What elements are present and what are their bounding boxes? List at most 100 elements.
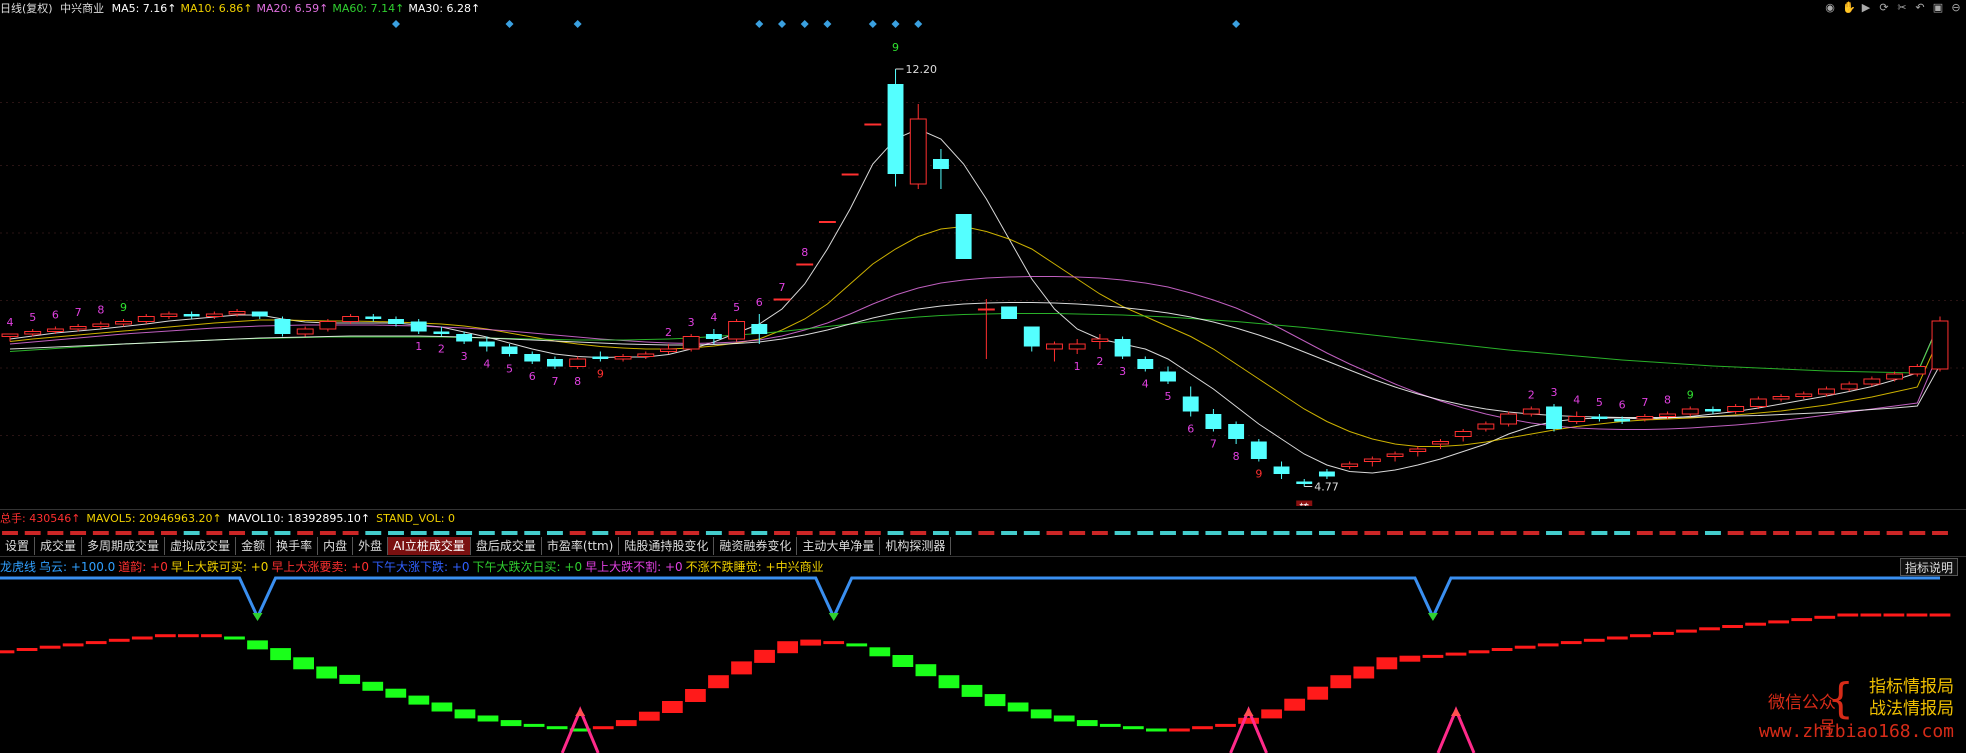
candle[interactable]	[1341, 461, 1359, 470]
eye-icon[interactable]: ◉	[1824, 2, 1836, 14]
candle[interactable]	[705, 329, 722, 344]
candle[interactable]	[137, 314, 155, 324]
candle[interactable]	[296, 326, 314, 337]
tab-7[interactable]: 外盘	[353, 537, 389, 555]
undo-icon[interactable]: ↶	[1914, 2, 1926, 14]
candle[interactable]	[909, 104, 927, 189]
indicator-segment	[1330, 675, 1352, 689]
candle[interactable]	[887, 69, 904, 187]
candle[interactable]	[1318, 469, 1335, 479]
bar-count-label: 9	[1255, 468, 1262, 481]
candle[interactable]	[410, 319, 427, 334]
candle-body	[796, 263, 814, 266]
candle[interactable]	[1409, 446, 1427, 457]
candle[interactable]	[1228, 421, 1245, 445]
candle[interactable]	[1704, 406, 1721, 415]
tab-9[interactable]: 盘后成交量	[471, 537, 542, 555]
candle[interactable]	[1046, 341, 1063, 362]
price-chart[interactable]: 4 5 6 7 8 91 234 56 7 8923 45 6781 234567892 34 5 6 7 8 91…	[0, 16, 1966, 506]
candle[interactable]	[1182, 386, 1199, 417]
candle[interactable]	[637, 351, 655, 360]
candle[interactable]	[569, 356, 587, 370]
candle[interactable]	[977, 299, 995, 359]
candle[interactable]	[1363, 456, 1381, 467]
candle[interactable]	[1772, 394, 1790, 402]
candle-body	[1046, 343, 1063, 350]
candle[interactable]	[524, 351, 541, 365]
candle[interactable]	[1068, 339, 1086, 354]
candle[interactable]	[92, 321, 110, 330]
candle[interactable]	[955, 214, 972, 259]
candle[interactable]	[818, 221, 836, 223]
tab-2[interactable]: 多周期成交量	[82, 537, 166, 555]
tab-14[interactable]: 机构探测器	[880, 537, 952, 555]
candle[interactable]	[115, 319, 132, 327]
candle[interactable]	[932, 149, 949, 189]
candle[interactable]	[1001, 306, 1018, 320]
candle[interactable]	[1477, 421, 1495, 432]
tab-11[interactable]: 陆股通持股变化	[619, 537, 715, 555]
candle[interactable]	[1296, 479, 1313, 487]
candle[interactable]	[796, 263, 814, 266]
minus-icon[interactable]: ⊖	[1950, 2, 1962, 14]
candle[interactable]	[365, 314, 382, 322]
candle-body	[1591, 416, 1608, 419]
candle[interactable]	[501, 344, 518, 357]
candle[interactable]	[728, 319, 746, 342]
candle[interactable]	[251, 311, 268, 320]
indicator-segment	[1676, 629, 1697, 633]
candle[interactable]	[1522, 406, 1540, 417]
candle[interactable]	[183, 311, 200, 320]
candle[interactable]	[1931, 316, 1949, 372]
tab-10[interactable]: 市盈率(ttm)	[542, 537, 620, 555]
tab-4[interactable]: 金额	[236, 537, 272, 555]
candle[interactable]	[1205, 409, 1222, 432]
candle[interactable]	[546, 356, 563, 370]
candle[interactable]	[1137, 356, 1154, 372]
candle[interactable]	[1500, 411, 1518, 427]
candle[interactable]	[274, 316, 291, 337]
candle[interactable]	[1795, 391, 1813, 400]
low-price-label: 4.77	[1314, 481, 1339, 494]
candle[interactable]	[614, 354, 632, 362]
candle[interactable]	[1591, 414, 1608, 422]
hand-icon[interactable]: ✋	[1842, 2, 1856, 14]
tab-12[interactable]: 融资融券变化	[714, 537, 798, 555]
candle[interactable]	[1160, 366, 1176, 385]
candle[interactable]	[1023, 326, 1040, 352]
candle[interactable]	[1546, 404, 1562, 432]
candle[interactable]	[773, 298, 791, 301]
candle[interactable]	[1386, 451, 1404, 462]
tab-3[interactable]: 虚拟成交量	[165, 537, 237, 555]
candle[interactable]	[1114, 336, 1131, 360]
candle[interactable]	[1568, 411, 1586, 425]
tab-13[interactable]: 主动大单净量	[797, 537, 881, 555]
indicator-segment	[1099, 723, 1121, 727]
candle[interactable]	[1, 333, 19, 342]
lock-icon[interactable]: ▣	[1932, 2, 1944, 14]
candle[interactable]	[1250, 439, 1267, 462]
candle[interactable]	[1454, 429, 1472, 442]
tab-6[interactable]: 内盘	[318, 537, 354, 555]
candle[interactable]	[682, 334, 700, 352]
tab-0[interactable]: 设置	[0, 537, 36, 555]
tab-1[interactable]: 成交量	[35, 537, 83, 555]
candle[interactable]	[841, 173, 859, 176]
candle[interactable]	[864, 123, 882, 126]
candle[interactable]	[592, 351, 609, 362]
tab-8[interactable]: AI立桩成交量	[388, 537, 471, 555]
candle[interactable]	[160, 311, 178, 320]
refresh-icon[interactable]: ⟳	[1878, 2, 1890, 14]
indicator-segment	[685, 689, 706, 702]
indicator-chart[interactable]	[0, 575, 1966, 753]
candle-body	[501, 346, 518, 354]
candle[interactable]	[1432, 439, 1449, 449]
scissors-icon[interactable]: ✂	[1896, 2, 1908, 14]
candle[interactable]	[660, 344, 677, 354]
period-label[interactable]: 日线(复权)	[0, 2, 53, 15]
indicator-help-button[interactable]: 指标说明	[1899, 558, 1958, 576]
tab-5[interactable]: 换手率	[271, 537, 319, 555]
candle[interactable]	[1681, 406, 1699, 417]
play-icon[interactable]: ▶	[1860, 2, 1872, 14]
candle[interactable]	[1273, 461, 1290, 480]
